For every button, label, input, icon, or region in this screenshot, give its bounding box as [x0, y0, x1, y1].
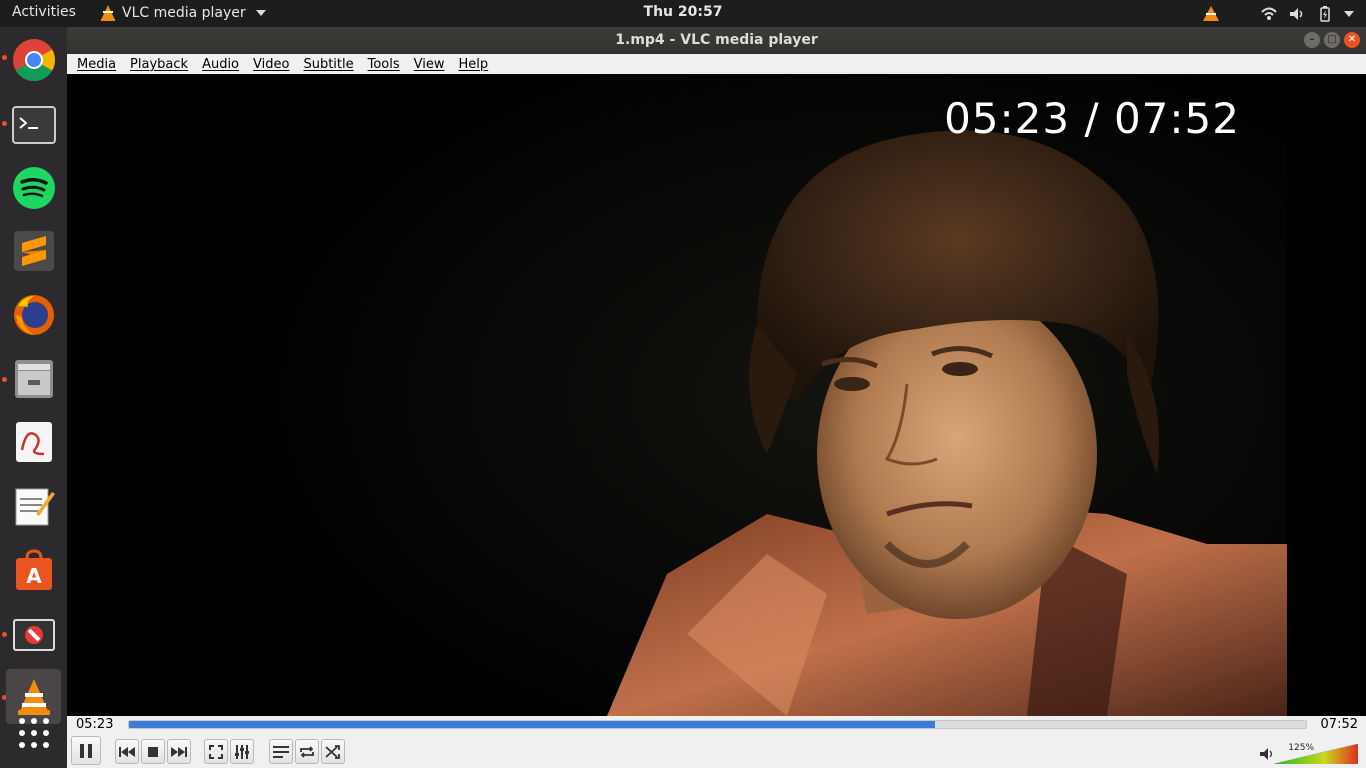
speaker-icon[interactable] [1260, 748, 1274, 760]
system-menu-chevron-icon[interactable] [1344, 10, 1354, 17]
dock-firefox[interactable] [6, 287, 61, 342]
chrome-icon [12, 38, 55, 81]
clock[interactable]: Thu 20:57 [0, 4, 1366, 20]
dock-blocked-app[interactable] [6, 607, 61, 662]
minimize-button[interactable]: – [1304, 32, 1320, 48]
stop-icon [148, 746, 158, 757]
shuffle-button[interactable] [321, 739, 345, 764]
loop-icon [300, 745, 314, 758]
osd-time: 05:23 / 07:52 [944, 94, 1240, 143]
menu-view[interactable]: View [414, 57, 445, 72]
menu-video[interactable]: Video [253, 57, 289, 72]
next-icon [171, 746, 187, 757]
close-button[interactable]: ✕ [1344, 32, 1360, 48]
battery-icon[interactable] [1316, 5, 1334, 23]
seek-slider[interactable] [128, 720, 1307, 729]
software-center-icon: A [15, 548, 52, 590]
seek-progress-fill [129, 721, 936, 728]
volume-slider[interactable] [1274, 744, 1358, 764]
dock-show-apps[interactable] [6, 708, 61, 758]
vlc-tray-icon[interactable] [1202, 5, 1220, 23]
menu-tools[interactable]: Tools [368, 57, 400, 72]
equalizer-icon [235, 744, 249, 759]
menu-subtitle[interactable]: Subtitle [303, 57, 353, 72]
video-frame [237, 74, 1287, 716]
dock-terminal[interactable] [6, 97, 61, 152]
menu-media[interactable]: Media [77, 57, 116, 72]
next-button[interactable] [167, 739, 191, 764]
menu-playback[interactable]: Playback [130, 57, 188, 72]
previous-button[interactable] [115, 739, 139, 764]
document-viewer-icon [15, 421, 52, 462]
firefox-icon [13, 294, 54, 335]
extended-settings-button[interactable] [230, 739, 254, 764]
dock-software-center[interactable]: A [6, 542, 61, 597]
window-title-bar[interactable]: 1.mp4 - VLC media player – □ ✕ [67, 27, 1366, 54]
dock-document-viewer[interactable] [6, 414, 61, 469]
window-title: 1.mp4 - VLC media player [615, 32, 818, 48]
seek-bar-row: 05:23 07:52 [67, 716, 1366, 734]
shuffle-icon [325, 744, 340, 759]
dock-chrome[interactable] [6, 32, 61, 87]
fullscreen-icon [209, 744, 223, 759]
loop-button[interactable] [295, 739, 319, 764]
show-apps-icon [18, 718, 49, 748]
video-area[interactable]: 05:23 / 07:52 [67, 74, 1366, 716]
elapsed-time: 05:23 [76, 717, 114, 732]
system-tray[interactable] [1202, 2, 1354, 25]
file-manager-icon [14, 359, 53, 398]
spotify-icon [12, 166, 55, 209]
stop-button[interactable] [141, 739, 165, 764]
wifi-icon[interactable] [1260, 5, 1278, 23]
controls-bar: 125% [67, 734, 1366, 768]
svg-text:A: A [26, 564, 42, 588]
dock: A [0, 27, 67, 768]
dock-file-manager[interactable] [6, 350, 61, 405]
top-bar: Activities VLC media player Thu 20:57 [0, 0, 1366, 27]
dock-text-editor[interactable] [6, 478, 61, 533]
dock-spotify[interactable] [6, 160, 61, 215]
menu-help[interactable]: Help [459, 57, 489, 72]
menu-audio[interactable]: Audio [202, 57, 239, 72]
maximize-button[interactable]: □ [1324, 32, 1340, 48]
text-editor-icon [15, 488, 55, 525]
volume-tray-icon[interactable] [1288, 5, 1306, 23]
previous-icon [119, 746, 135, 757]
dock-sublime-text[interactable] [6, 223, 61, 278]
pause-icon [80, 743, 92, 758]
blocked-app-icon [12, 618, 55, 651]
menu-bar: Media Playback Audio Video Subtitle Tool… [67, 54, 1366, 74]
fullscreen-button[interactable] [204, 739, 228, 764]
total-time: 07:52 [1320, 717, 1358, 732]
playlist-button[interactable] [269, 739, 293, 764]
sublime-text-icon [13, 230, 54, 271]
terminal-icon [11, 105, 56, 144]
playlist-icon [273, 745, 289, 758]
pause-button[interactable] [71, 736, 101, 765]
